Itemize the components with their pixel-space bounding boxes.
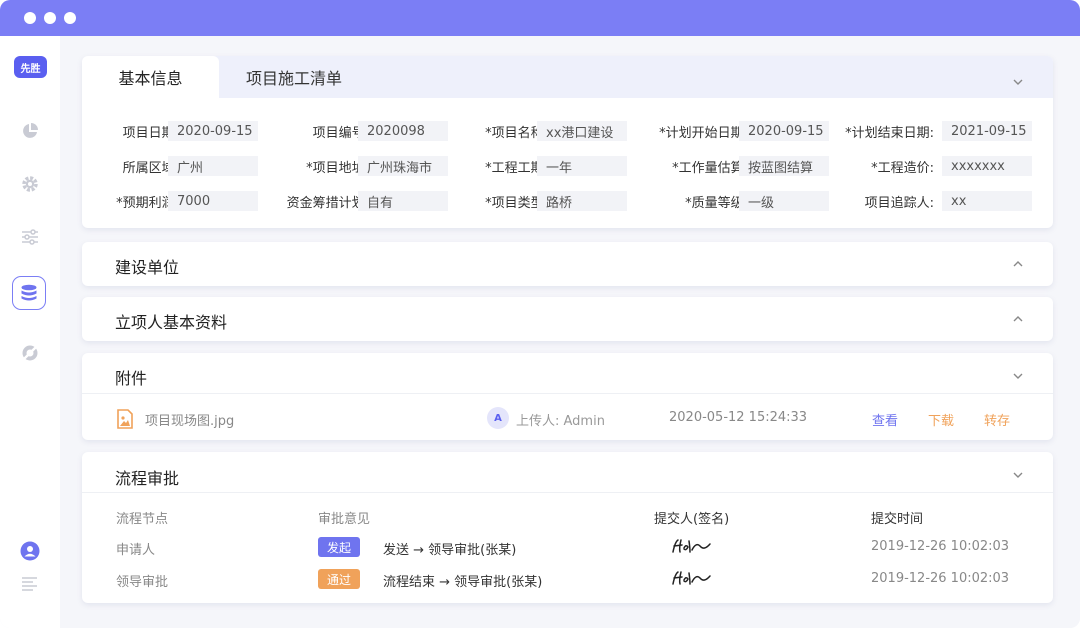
project-basic-docs-card[interactable]: 立项人基本资料	[82, 297, 1053, 341]
window-maximize-dot[interactable]	[64, 12, 76, 24]
flow-node-leader-approval: 领导审批	[116, 575, 169, 590]
title-bar	[0, 0, 1080, 36]
lifebuoy-icon	[22, 345, 38, 361]
field-value-workload-estimate[interactable]: 按蓝图结算	[739, 156, 829, 176]
sidebar-item-list[interactable]	[18, 572, 42, 596]
attachments-divider	[82, 393, 1053, 394]
field-value-region[interactable]: 广州	[168, 156, 258, 176]
field-value-project-tracker[interactable]: xx	[942, 191, 1032, 211]
view-link[interactable]: 查看	[872, 410, 898, 429]
field-label-project-cost: *工程造价:	[871, 161, 934, 176]
construction-unit-card[interactable]: 建设单位	[82, 242, 1053, 286]
field-label-funding-plan: 资金筹措计划:	[286, 196, 369, 211]
flow-time-applicant: 2019-12-26 10:02:03	[871, 539, 1010, 554]
header-submitter: 提交人(签名)	[654, 512, 730, 527]
field-value-duration[interactable]: 一年	[537, 156, 627, 176]
header-flow-node: 流程节点	[116, 512, 169, 527]
sidebar-item-support[interactable]	[18, 341, 42, 365]
field-value-project-name[interactable]: xx港口建设	[537, 121, 627, 141]
window-minimize-dot[interactable]	[44, 12, 56, 24]
flow-time-leader-approval: 2019-12-26 10:02:03	[871, 571, 1010, 586]
tab-basic-info[interactable]: 基本信息	[82, 56, 219, 98]
download-link[interactable]: 下载	[928, 410, 954, 429]
chevron-up-icon[interactable]	[1012, 258, 1024, 270]
image-file-icon	[117, 409, 133, 429]
sidebar-item-profile[interactable]	[18, 539, 42, 563]
chevron-down-icon[interactable]	[1012, 370, 1024, 382]
uploader-avatar: A	[487, 407, 509, 429]
user-avatar-icon	[20, 541, 40, 561]
attachments-card: 附件 项目现场图.jpg A 上传人: Admin 2020-05-12 15:…	[82, 353, 1053, 440]
field-value-expected-profit[interactable]: 7000	[168, 191, 258, 211]
field-value-project-date[interactable]: 2020-09-15	[168, 121, 258, 141]
section-title-attachments: 附件	[115, 369, 148, 388]
tab-bar: 基本信息 项目施工清单	[82, 56, 1053, 98]
field-value-project-address[interactable]: 广州珠海市	[358, 156, 448, 176]
main-content: 基本信息 项目施工清单 项目日期: 2020-09-15 项目编号: 20200…	[60, 36, 1080, 628]
field-value-project-cost[interactable]: xxxxxxx	[942, 156, 1032, 176]
flow-desc-applicant: 发送 → 领导审批(张某)	[383, 543, 517, 558]
section-title-approval-flow: 流程审批	[115, 469, 180, 488]
field-value-project-type[interactable]: 路桥	[537, 191, 627, 211]
section-title-project-basic-docs: 立项人基本资料	[115, 313, 228, 332]
attachment-file-name[interactable]: 项目现场图.jpg	[145, 410, 234, 429]
signature-image	[672, 539, 711, 553]
sliders-icon	[22, 229, 38, 245]
pie-chart-icon	[23, 123, 38, 138]
field-label-plan-end-date: *计划结束日期:	[845, 126, 934, 141]
sidebar: 先胜	[0, 36, 60, 628]
flow-desc-leader-approval: 流程结束 → 领导审批(张某)	[383, 575, 543, 590]
status-badge-initiated: 发起	[318, 537, 360, 557]
sidebar-item-dashboard[interactable]	[18, 119, 42, 143]
database-icon	[21, 284, 37, 301]
field-label-plan-start-date: *计划开始日期:	[659, 126, 748, 141]
chevron-down-icon[interactable]	[1012, 76, 1024, 88]
status-badge-approved: 通过	[318, 569, 360, 589]
header-approval-opinion: 审批意见	[318, 512, 371, 527]
app-window: 先胜 基本信息 项目施工清单 项目日期: 2020-09-15 项目编号: 20…	[0, 0, 1080, 628]
approval-divider	[82, 492, 1053, 493]
chevron-down-icon[interactable]	[1012, 469, 1024, 481]
tab-construction-list[interactable]: 项目施工清单	[246, 56, 342, 98]
field-value-funding-plan[interactable]: 自有	[358, 191, 448, 211]
section-title-construction-unit: 建设单位	[115, 258, 180, 277]
signature-image	[672, 571, 711, 585]
field-value-plan-start-date[interactable]: 2020-09-15	[739, 121, 829, 141]
sidebar-item-settings[interactable]	[18, 172, 42, 196]
field-value-quality-level[interactable]: 一级	[739, 191, 829, 211]
flow-node-applicant: 申请人	[116, 543, 156, 558]
attachment-upload-time: 2020-05-12 15:24:33	[669, 410, 808, 425]
attachment-uploader: 上传人: Admin	[516, 414, 605, 429]
window-close-dot[interactable]	[24, 12, 36, 24]
field-label-project-tracker: 项目追踪人:	[864, 196, 934, 211]
list-lines-icon	[22, 577, 37, 591]
field-label-workload-estimate: *工作量估算:	[672, 161, 748, 176]
field-value-project-number[interactable]: 2020098	[358, 121, 448, 141]
app-logo: 先胜	[14, 56, 47, 78]
field-value-plan-end-date[interactable]: 2021-09-15	[942, 121, 1032, 141]
approval-flow-card: 流程审批 流程节点 审批意见 提交人(签名) 提交时间 申请人 发起 发送 → …	[82, 452, 1053, 603]
gear-icon	[22, 176, 38, 192]
sidebar-item-filters[interactable]	[18, 225, 42, 249]
basic-info-card: 基本信息 项目施工清单 项目日期: 2020-09-15 项目编号: 20200…	[82, 56, 1053, 228]
chevron-up-icon[interactable]	[1012, 313, 1024, 325]
header-submit-time: 提交时间	[871, 512, 924, 527]
sidebar-item-database[interactable]	[12, 276, 46, 310]
transfer-link[interactable]: 转存	[984, 410, 1010, 429]
